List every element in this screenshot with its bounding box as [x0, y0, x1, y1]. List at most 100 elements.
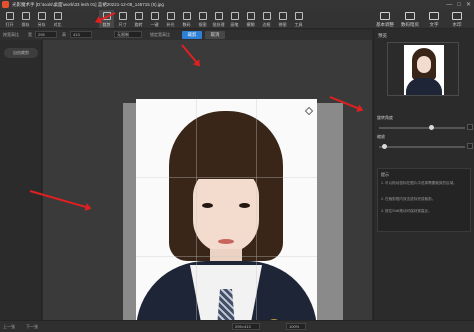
text-icon — [429, 12, 439, 20]
width-label: 宽 — [28, 32, 32, 37]
tool-label: 画笔 — [230, 22, 239, 27]
free-crop-button[interactable]: 自由裁剪 — [4, 48, 38, 58]
tool-label: 基本调整 — [376, 22, 394, 27]
crop-grid-line — [196, 99, 197, 332]
image-size-display: 295×413 — [232, 323, 260, 330]
tool-light[interactable]: 补光 — [163, 10, 178, 28]
tool-label: 保存 — [21, 22, 30, 27]
close-button[interactable]: ✕ — [466, 1, 471, 8]
photo-lips — [218, 239, 234, 244]
light-icon — [166, 12, 175, 20]
zoom-label: 缩放 — [377, 134, 385, 139]
tool-frame[interactable]: 边框 — [259, 10, 274, 28]
brush-icon — [230, 12, 239, 20]
tool-label: 裁剪 — [102, 22, 111, 27]
tool-batch[interactable]: 批处理 — [211, 10, 226, 28]
rotate-icon — [134, 12, 143, 20]
rotate-value-box[interactable] — [467, 124, 473, 130]
tip-line: 3. 按住Shift拖动可保持宽高比。 — [381, 209, 432, 213]
crop-grid-line — [136, 256, 317, 257]
left-panel: 自由裁剪 — [0, 40, 42, 320]
ratio-preset-select[interactable]: 无限制 — [114, 31, 142, 38]
tool-label: 另存 — [37, 22, 46, 27]
tool-blur[interactable]: 模糊 — [243, 10, 258, 28]
right-panel: 预览 旋转角度 缩放 提示 1. 可以拖动鼠标在图片中选择需要裁剪的区域。 2.… — [373, 30, 474, 320]
save-icon — [21, 12, 30, 20]
preview-face — [417, 56, 431, 73]
photo-eye-left — [202, 203, 213, 208]
photo-image[interactable] — [136, 99, 317, 332]
resize-icon — [118, 12, 127, 20]
tool-label: 对比 — [53, 22, 62, 27]
zoom-slider-knob[interactable] — [382, 144, 387, 149]
darkroom-icon — [405, 12, 415, 20]
next-image-button[interactable]: 下一张 — [26, 324, 38, 330]
minimize-button[interactable]: — — [446, 2, 452, 8]
watermark-icon — [452, 12, 462, 20]
ratio-mode-select[interactable]: 按宽高比 — [3, 32, 19, 38]
tool-label: 批处理 — [212, 22, 225, 27]
maximize-button[interactable]: □ — [457, 2, 461, 8]
tool-label: 文字 — [429, 22, 439, 27]
image-canvas[interactable] — [43, 40, 372, 332]
tool-label: 数码 — [182, 22, 191, 27]
zoom-slider[interactable] — [379, 144, 465, 149]
tool-label: 抠图 — [198, 22, 207, 27]
tool-cutout[interactable]: 抠图 — [195, 10, 210, 28]
preview-image — [404, 45, 444, 95]
tools-icon — [294, 12, 303, 20]
apply-crop-button[interactable]: 裁剪 — [182, 31, 202, 39]
tool-save[interactable]: 保存 — [18, 10, 33, 28]
adjust-icon — [380, 12, 390, 20]
lock-ratio-checkbox[interactable]: 锁定宽高比 — [150, 32, 170, 38]
tool-label: 工具 — [294, 22, 303, 27]
tool-collage[interactable]: 拼图 — [275, 10, 290, 28]
tool-compare[interactable]: 对比 — [50, 10, 65, 28]
tip-title: 提示 — [381, 172, 389, 177]
tool-label: 边框 — [262, 22, 271, 27]
rotate-slider-knob[interactable] — [429, 125, 434, 130]
zoom-percent-display[interactable]: 100% — [286, 323, 306, 330]
tool-open[interactable]: 打开 — [2, 10, 17, 28]
rotate-slider[interactable] — [379, 125, 465, 130]
crop-handle-icon[interactable] — [304, 106, 314, 116]
tool-watermark[interactable]: 水印 — [447, 10, 467, 28]
tool-label: 模糊 — [246, 22, 255, 27]
preview-body — [406, 78, 442, 95]
height-input[interactable]: 413 — [70, 31, 92, 38]
height-label: 高 — [62, 32, 66, 37]
rotate-angle-label: 旋转角度 — [377, 115, 393, 120]
tool-brush[interactable]: 画笔 — [227, 10, 242, 28]
tool-magic[interactable]: 一键 — [147, 10, 162, 28]
preview-title: 预览 — [378, 33, 387, 38]
frame-icon — [262, 12, 271, 20]
tool-label: 补光 — [166, 22, 175, 27]
compare-icon — [53, 12, 62, 20]
magic-icon — [150, 12, 159, 20]
tip-line: 2. 在裁剪框内双击鼠标完成裁剪。 — [381, 197, 436, 201]
app-logo-icon — [2, 1, 9, 8]
tool-label: 打开 — [5, 22, 14, 27]
tool-resize[interactable]: 尺寸 — [115, 10, 130, 28]
tool-label: 水印 — [452, 22, 462, 27]
tool-basic-adjust[interactable]: 基本调整 — [373, 10, 397, 28]
tip-box: 提示 1. 可以拖动鼠标在图片中选择需要裁剪的区域。 2. 在裁剪框内双击鼠标完… — [377, 168, 471, 232]
tool-save-as[interactable]: 另存 — [34, 10, 49, 28]
tool-rotate[interactable]: 旋转 — [131, 10, 146, 28]
width-input[interactable]: 295 — [35, 31, 57, 38]
tool-digital[interactable]: 数码 — [179, 10, 194, 28]
tool-tools[interactable]: 工具 — [291, 10, 306, 28]
zoom-value-box[interactable] — [467, 143, 473, 149]
window-controls: — □ ✕ — [446, 0, 471, 9]
tool-label: 尺寸 — [118, 22, 127, 27]
prev-image-button[interactable]: 上一张 — [3, 324, 15, 330]
save-as-icon — [37, 12, 46, 20]
cancel-crop-button[interactable]: 取消 — [205, 31, 225, 39]
photo-eye-right — [239, 203, 250, 208]
tool-darkroom[interactable]: 数码暗房 — [398, 10, 422, 28]
crop-grid-line — [136, 177, 317, 178]
batch-icon — [214, 12, 223, 20]
crop-grid-line — [256, 99, 257, 332]
tool-text[interactable]: 文字 — [424, 10, 444, 28]
folder-icon — [5, 12, 14, 20]
